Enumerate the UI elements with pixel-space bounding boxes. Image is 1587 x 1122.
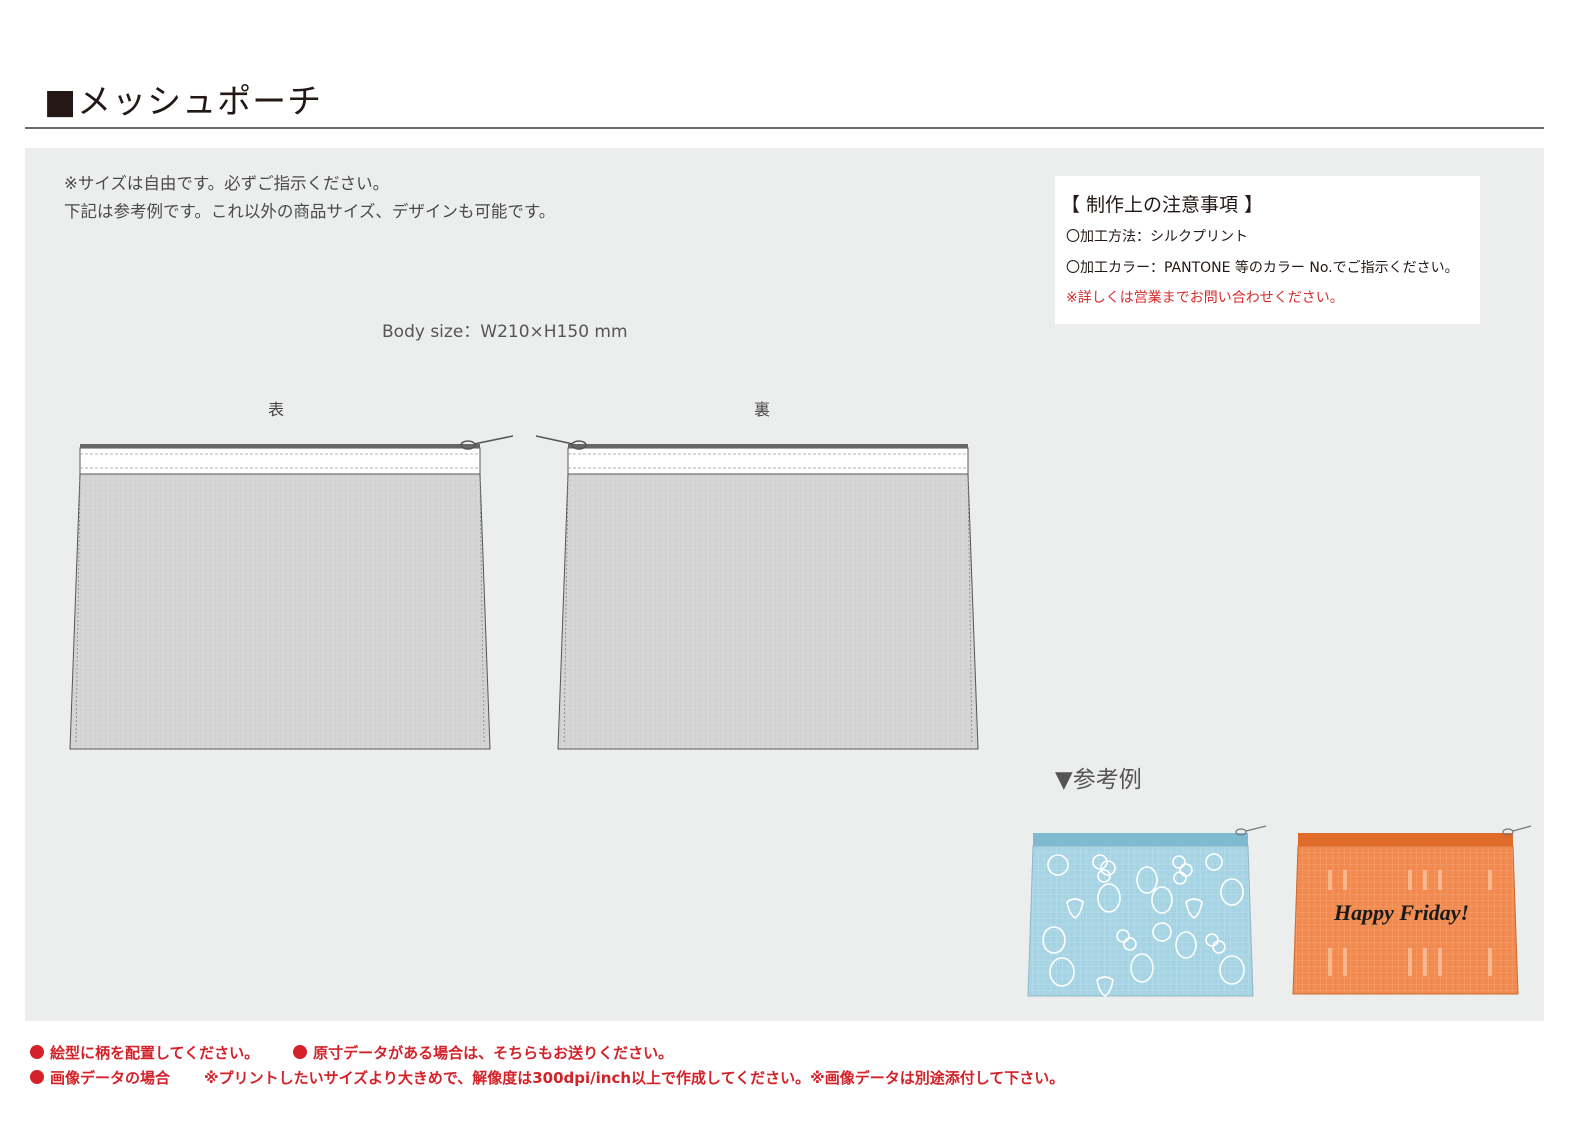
example-print-text: Happy Friday! [1334, 900, 1470, 925]
pouch-illustrations [69, 435, 1532, 997]
reference-heading: ▼参考例 [1055, 767, 1142, 793]
notes-method: 〇加工方法：シルクプリント [1066, 229, 1248, 245]
footer-item-3: 画像データの場合 [50, 1069, 171, 1087]
example-pouch-blue [1027, 825, 1267, 997]
production-notes-box: 【 制作上の注意事項 】 〇加工方法：シルクプリント 〇加工カラー：PANTON… [1055, 176, 1480, 324]
footer-item-1: 絵型に柄を配置してください。 [50, 1044, 260, 1062]
back-pouch-drawing [535, 435, 979, 750]
bullet-icon [30, 1045, 44, 1059]
footer-item-2: 原寸データがある場合は、そちらもお送りください。 [313, 1044, 674, 1062]
footer-item-3-detail: ※プリントしたいサイズより大きめで、解像度は300dpi/inch以上で作成して… [204, 1069, 1065, 1087]
bullet-icon [30, 1070, 44, 1084]
footer-line-2: 画像データの場合 ※プリントしたいサイズより大きめで、解像度は300dpi/inc… [30, 1067, 1064, 1088]
footer-line-1: 絵型に柄を配置してください。 原寸データがある場合は、そちらもお送りください。 [30, 1042, 673, 1063]
notes-color: 〇加工カラー：PANTONE 等のカラー No.でご指示ください。 [1066, 260, 1459, 276]
notes-contact: ※詳しくは営業までお問い合わせください。 [1066, 290, 1344, 306]
front-pouch-drawing [69, 435, 514, 750]
notes-title: 【 制作上の注意事項 】 [1061, 194, 1264, 216]
bullet-icon [293, 1045, 308, 1059]
